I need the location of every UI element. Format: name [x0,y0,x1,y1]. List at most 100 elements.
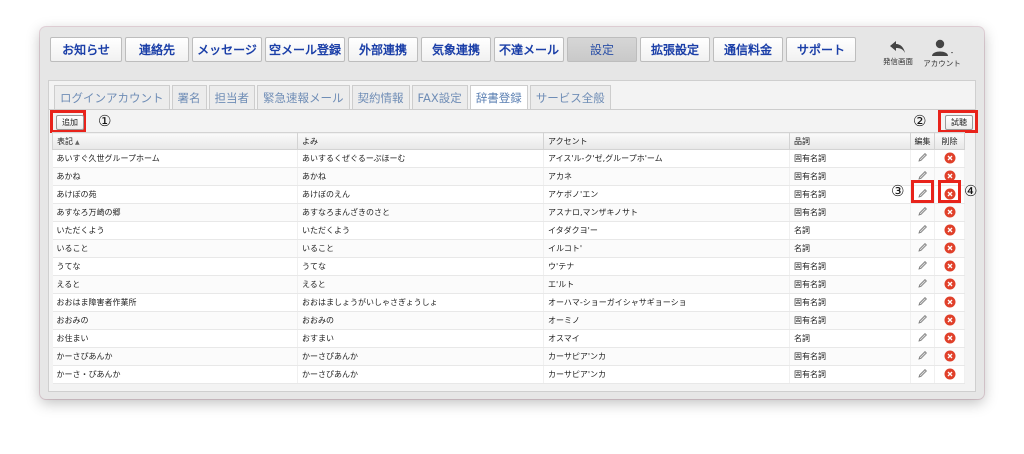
nav-item-4[interactable]: 外部連携 [348,37,418,62]
table-row[interactable]: お住まい おすまい オスマイ 名詞 [52,329,965,348]
edit-pencil-icon[interactable] [917,278,928,291]
cell-accent: ウ'テナ [543,257,790,276]
cell-accent: アカネ [543,167,790,186]
top-navigation: お知らせ 連絡先 メッセージ 空メール登録 外部連携 気象連携 不達メール 設定 拡張設定 通信料… [50,37,856,63]
table-row[interactable]: かーさぴあんか かーさぴあんか カーサピア'ンカ 固有名詞 [52,347,965,366]
table-row[interactable]: あかね あかね アカネ 固有名詞 [52,167,965,186]
edit-pencil-icon[interactable] [917,296,928,309]
cell-edit [910,149,935,168]
cell-edit [910,257,935,276]
nav-item-2[interactable]: メッセージ [192,37,262,62]
cell-notation: あすなろ万崎の郷 [52,203,298,222]
column-delete: 削除 [934,132,965,150]
tab-7[interactable]: サービス全般 [529,85,611,109]
cell-accent: イルコト' [543,239,790,258]
column-notation[interactable]: 表記 ▲ [52,132,298,150]
highlight-box-edit [911,180,934,203]
nav-item-8[interactable]: 拡張設定 [640,37,710,62]
column-accent[interactable]: アクセント [543,132,790,150]
delete-icon[interactable] [944,224,956,238]
tabs-divider [49,109,975,110]
delete-icon[interactable] [944,206,956,220]
cell-delete [934,293,965,312]
table-row[interactable]: あいすぐ久世グループホーム あいするくぜぐるーぷほーむ アイス'ル-ク'ゼ,グループ… [52,149,965,168]
cell-notation: あいすぐ久世グループホーム [52,149,298,168]
delete-icon[interactable] [944,278,956,292]
delete-icon[interactable] [944,242,956,256]
edit-pencil-icon[interactable] [917,224,928,237]
table-row[interactable]: かーさ・ぴあんか かーさぴあんか カーサピア'ンカ 固有名詞 [52,365,965,384]
cell-edit [910,329,935,348]
cell-pos: 固有名詞 [789,275,911,294]
nav-item-7[interactable]: 設定 [567,37,637,62]
cell-delete [934,221,965,240]
tab-6[interactable]: 辞書登録 [469,85,528,109]
cell-notation: あかね [52,167,298,186]
edit-pencil-icon[interactable] [917,260,928,273]
account-label: アカウント [923,59,961,68]
cell-accent: エ'ルト [543,275,790,294]
edit-pencil-icon[interactable] [917,368,928,381]
nav-item-9[interactable]: 通信料金 [713,37,783,62]
edit-pencil-icon[interactable] [917,206,928,219]
cell-accent: アイス'ル-ク'ゼ,グループホ'ーム [543,149,790,168]
table-row[interactable]: おおみの おおみの オーミノ 固有名詞 [52,311,965,330]
table-row[interactable]: うてな うてな ウ'テナ 固有名詞 [52,257,965,276]
tab-5[interactable]: FAX設定 [411,85,468,109]
table-row[interactable]: いただくよう いただくよう イタダクヨ'ー 名詞 [52,221,965,240]
nav-item-1[interactable]: 連絡先 [125,37,189,62]
delete-icon[interactable] [944,314,956,328]
table-row[interactable]: おおはま障害者作業所 おおはましょうがいしゃさぎょうしょ オーハマ-ショーガイシャサ… [52,293,965,312]
table-row[interactable]: あけぼの苑 あけぼのえん アケボノ'エン 固有名詞 [52,185,965,204]
nav-item-3[interactable]: 空メール登録 [265,37,345,62]
tab-0[interactable]: ログインアカウント [54,85,170,109]
column-reading[interactable]: よみ [297,132,544,150]
tab-1[interactable]: 署名 [171,85,207,109]
edit-pencil-icon[interactable] [917,152,928,165]
cell-reading: あけぼのえん [297,185,544,204]
nav-item-0[interactable]: お知らせ [50,37,122,62]
table-row[interactable]: えると えると エ'ルト 固有名詞 [52,275,965,294]
send-screen-label: 発信画面 [883,57,913,66]
nav-item-10[interactable]: サポート [786,37,856,62]
cell-delete [934,329,965,348]
edit-pencil-icon[interactable] [917,332,928,345]
edit-pencil-icon[interactable] [917,314,928,327]
cell-notation: お住まい [52,329,298,348]
cell-notation: おおはま障害者作業所 [52,293,298,312]
delete-icon[interactable] [944,332,956,346]
tab-3[interactable]: 緊急速報メール [257,85,350,109]
nav-item-6[interactable]: 不達メール [494,37,564,62]
cell-pos: 固有名詞 [789,293,911,312]
cell-notation: かーさ・ぴあんか [52,365,298,384]
column-part-of-speech[interactable]: 品詞 [789,132,911,150]
send-screen-button[interactable]: 発信画面 [878,39,918,69]
marker-3: ③ [891,182,905,200]
cell-delete [934,149,965,168]
column-edit: 編集 [910,132,935,150]
cell-edit [910,293,935,312]
delete-icon[interactable] [944,350,956,364]
cell-pos: 固有名詞 [789,149,911,168]
cell-accent: オーハマ-ショーガイシャサギョーショ [543,293,790,312]
delete-icon[interactable] [944,260,956,274]
cell-delete [934,275,965,294]
add-button[interactable]: 追加 [56,115,84,130]
table-row[interactable]: あすなろ万崎の郷 あすなろまんざきのさと アスナロ,マンザキノサト 固有名詞 [52,203,965,222]
nav-item-5[interactable]: 気象連携 [421,37,491,62]
cell-delete [934,365,965,384]
cell-reading: おすまい [297,329,544,348]
user-icon [932,39,953,56]
test-listen-button[interactable]: 試聴 [945,115,973,130]
delete-icon[interactable] [944,296,956,310]
cell-delete [934,347,965,366]
tab-4[interactable]: 契約情報 [351,85,410,109]
table-row[interactable]: いること いること イルコト' 名詞 [52,239,965,258]
account-menu-button[interactable]: アカウント [922,39,962,69]
cell-notation: おおみの [52,311,298,330]
edit-pencil-icon[interactable] [917,242,928,255]
tab-2[interactable]: 担当者 [208,85,255,109]
edit-pencil-icon[interactable] [917,350,928,363]
delete-icon[interactable] [944,368,956,382]
delete-icon[interactable] [944,152,956,166]
